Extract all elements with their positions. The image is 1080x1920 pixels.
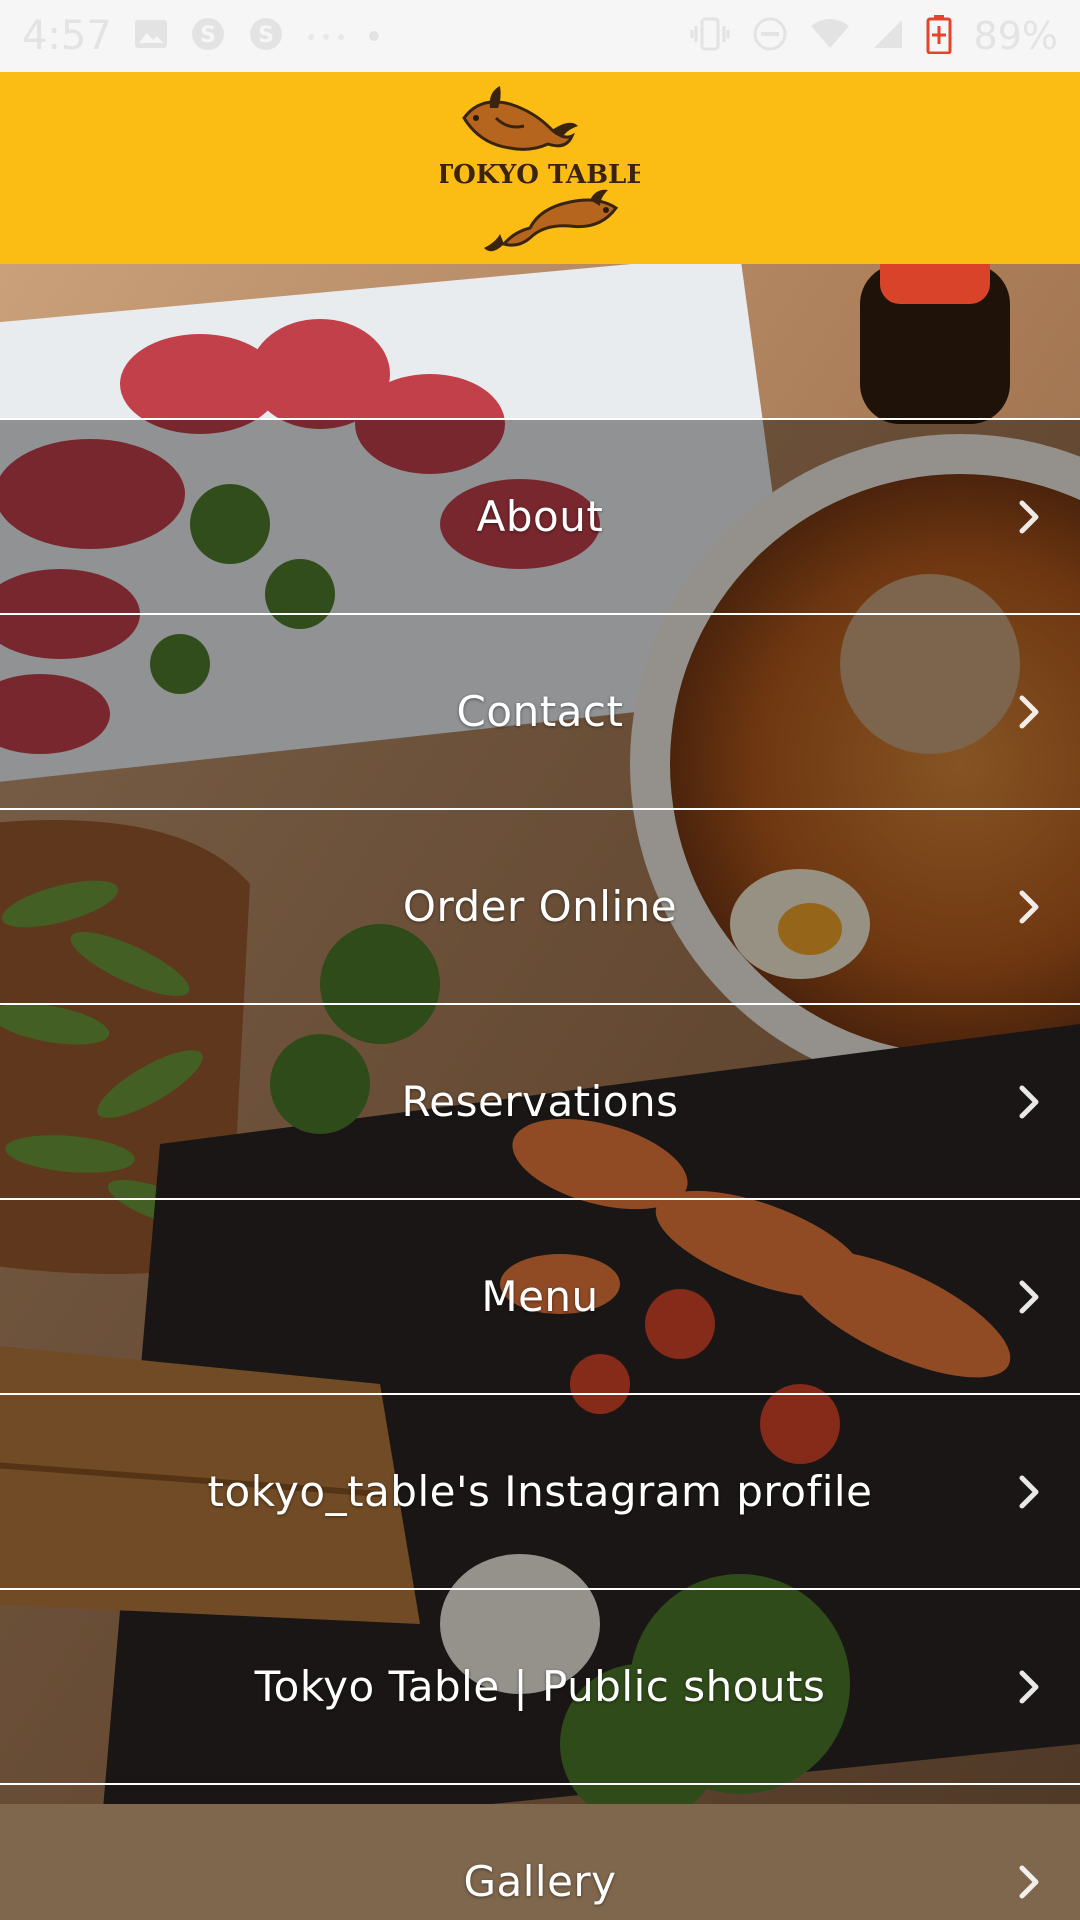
menu-item-contact[interactable]: Contact	[0, 615, 1080, 810]
wifi-icon	[810, 18, 850, 54]
dot-icon	[368, 27, 380, 46]
menu-item-label: About	[476, 492, 604, 541]
signal-icon	[872, 18, 904, 54]
image-icon	[134, 19, 168, 53]
tokyo-table-logo: TOKYO TABLE	[440, 86, 640, 252]
chevron-right-icon	[1019, 890, 1039, 923]
menu-item-public-shouts[interactable]: Tokyo Table | Public shouts	[0, 1590, 1080, 1785]
chevron-right-icon	[1019, 1670, 1039, 1703]
dots-icon	[306, 27, 346, 46]
menu-item-label: Order Online	[402, 882, 678, 931]
menu-item-order-online[interactable]: Order Online	[0, 810, 1080, 1005]
koi-fish-icon	[462, 86, 578, 151]
chevron-right-icon	[1019, 1865, 1039, 1898]
menu-item-label: Tokyo Table | Public shouts	[254, 1662, 826, 1711]
logo-text: TOKYO TABLE	[440, 160, 640, 190]
do-not-disturb-icon	[752, 16, 788, 56]
menu-item-instagram[interactable]: tokyo_table's Instagram profile	[0, 1395, 1080, 1590]
menu-item-label: Reservations	[401, 1077, 679, 1126]
svg-text:S: S	[200, 23, 216, 48]
menu-item-label: Gallery	[463, 1857, 617, 1906]
skype-icon: S	[248, 16, 284, 56]
chevron-right-icon	[1019, 1475, 1039, 1508]
battery-charging-icon	[926, 14, 952, 58]
status-bar: 4:57 S S 89%	[0, 0, 1080, 72]
menu-item-label: Contact	[456, 687, 624, 736]
koi-fish-icon	[484, 189, 619, 252]
menu-item-reservations[interactable]: Reservations	[0, 1005, 1080, 1200]
menu-item-label: Menu	[481, 1272, 599, 1321]
status-bar-left: 4:57 S S	[22, 13, 380, 59]
chevron-right-icon	[1019, 695, 1039, 728]
vibrate-icon	[690, 16, 730, 56]
menu-item-menu[interactable]: Menu	[0, 1200, 1080, 1395]
app-header: TOKYO TABLE	[0, 72, 1080, 264]
chevron-right-icon	[1019, 1280, 1039, 1313]
status-time: 4:57	[22, 13, 112, 59]
menu-item-label: tokyo_table's Instagram profile	[207, 1467, 873, 1516]
chevron-right-icon	[1019, 1085, 1039, 1118]
status-bar-right: 89%	[690, 14, 1058, 58]
battery-percent: 89%	[973, 14, 1058, 58]
menu-list: About Contact Order Online Reservations …	[0, 418, 1080, 1920]
svg-text:S: S	[258, 23, 274, 48]
app-screen: 4:57 S S 89% TOKYO TABLE About Contact O…	[0, 0, 1080, 1920]
menu-item-about[interactable]: About	[0, 420, 1080, 615]
menu-item-gallery[interactable]: Gallery	[0, 1785, 1080, 1920]
chevron-right-icon	[1019, 500, 1039, 533]
skype-icon: S	[190, 16, 226, 56]
